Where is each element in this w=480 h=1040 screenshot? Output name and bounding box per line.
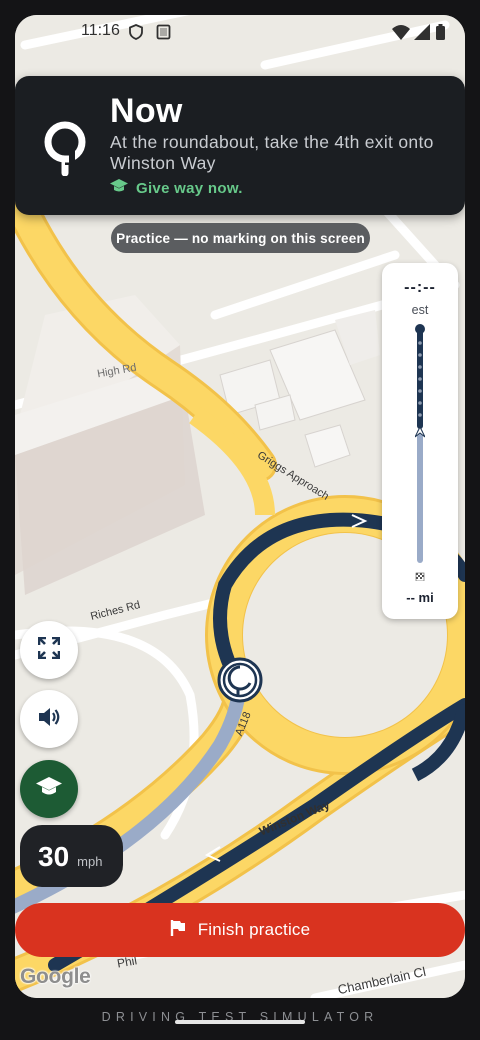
practice-mode-chip: Practice — no marking on this screen — [111, 223, 370, 253]
fullscreen-icon — [37, 636, 61, 664]
graduation-cap-icon — [110, 179, 128, 198]
turn-instruction: At the roundabout, take the 4th exit ont… — [110, 132, 434, 173]
eta-time: --:-- — [404, 279, 436, 296]
volume-button[interactable] — [20, 690, 78, 748]
flag-icon — [170, 919, 186, 942]
roundabout-icon — [35, 116, 95, 177]
sd-card-icon — [156, 24, 171, 45]
battery-icon — [436, 24, 445, 45]
eta-label: est — [411, 303, 429, 317]
speed-limit-badge: 30 mph — [20, 825, 123, 887]
distance-remaining: -- mi — [406, 590, 434, 605]
shield-icon — [129, 24, 143, 45]
speed-unit: mph — [77, 854, 103, 869]
finish-practice-button[interactable]: Finish practice — [15, 903, 465, 957]
checkered-flag-icon — [415, 572, 425, 582]
volume-icon — [37, 706, 61, 733]
graduation-cap-icon — [36, 776, 62, 802]
navigation-banner: Now At the roundabout, take the 4th exit… — [15, 76, 465, 215]
google-logo: Google — [20, 965, 91, 988]
driving-tip: Give way now. — [110, 179, 243, 198]
wifi-icon — [392, 24, 410, 45]
status-bar: 11:16 — [15, 15, 465, 49]
progress-track — [414, 323, 426, 582]
fullscreen-button[interactable] — [20, 621, 78, 679]
banner-title: Now — [110, 92, 183, 130]
route-progress-panel: --:-- est -- mi — [382, 263, 458, 619]
signal-icon — [414, 24, 430, 45]
speed-value: 30 — [38, 841, 70, 872]
status-time: 11:16 — [81, 22, 120, 39]
finish-practice-label: Finish practice — [197, 920, 311, 939]
home-indicator[interactable] — [175, 1020, 305, 1024]
learn-mode-button[interactable] — [20, 760, 78, 818]
tip-text: Give way now. — [136, 180, 243, 197]
app-screen: High Rd Griggs Approach Riches Rd A118 W… — [15, 15, 465, 998]
